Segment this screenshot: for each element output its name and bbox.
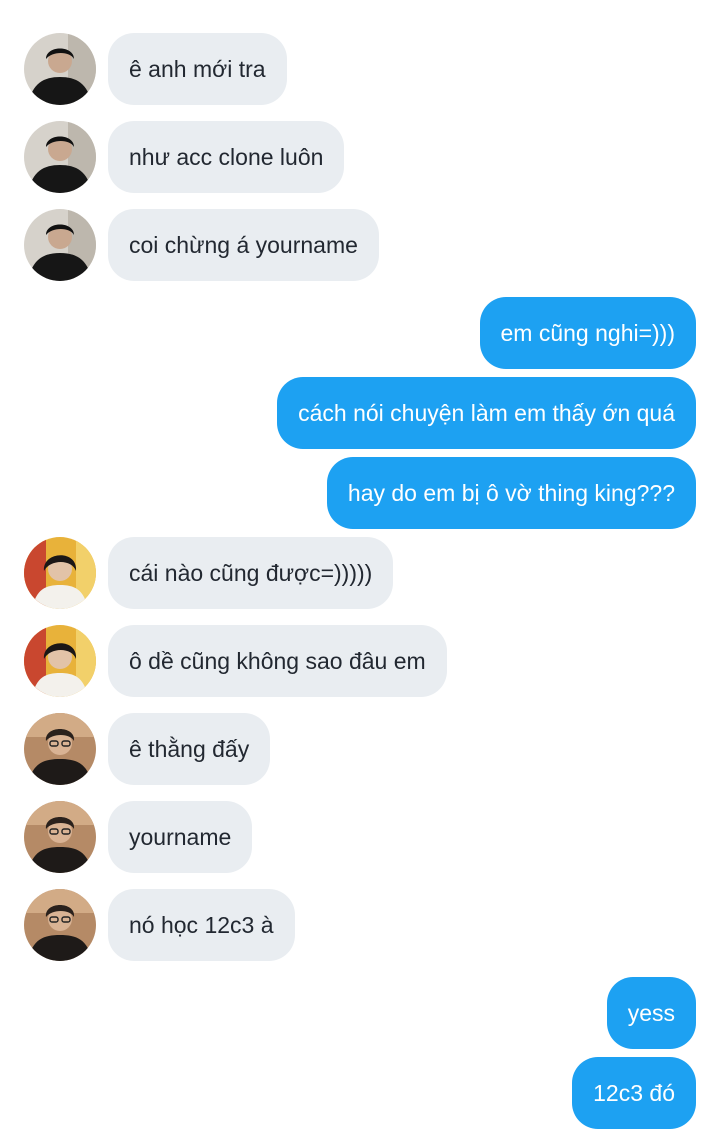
chat-thread[interactable]: ê anh mới tra như acc clone luôn coi chừ… — [0, 0, 720, 1147]
avatar[interactable] — [24, 537, 96, 609]
message-bubble[interactable]: nó học 12c3 à — [108, 889, 295, 961]
message-incoming: ê anh mới tra — [0, 33, 720, 105]
avatar[interactable] — [24, 713, 96, 785]
message-incoming: cái nào cũng được=))))) — [0, 537, 720, 609]
avatar[interactable] — [24, 33, 96, 105]
message-outgoing: em cũng nghi=))) — [0, 297, 720, 369]
message-outgoing: 12c3 đó — [0, 1057, 720, 1129]
avatar[interactable] — [24, 121, 96, 193]
message-outgoing: cách nói chuyện làm em thấy ớn quá — [0, 377, 720, 449]
message-outgoing: hay do em bị ô vờ thing king??? — [0, 457, 720, 529]
avatar[interactable] — [24, 801, 96, 873]
message-bubble[interactable]: yess — [606, 977, 696, 1049]
avatar[interactable] — [24, 625, 96, 697]
message-incoming: yourname — [0, 801, 720, 873]
message-incoming: ô dề cũng không sao đâu em — [0, 625, 720, 697]
avatar[interactable] — [24, 889, 96, 961]
message-bubble[interactable]: cách nói chuyện làm em thấy ớn quá — [277, 377, 696, 449]
message-bubble[interactable]: như acc clone luôn — [108, 121, 345, 193]
message-bubble[interactable]: hay do em bị ô vờ thing king??? — [326, 457, 696, 529]
message-incoming: như acc clone luôn — [0, 121, 720, 193]
message-bubble[interactable]: em cũng nghi=))) — [479, 297, 696, 369]
message-incoming: ê thằng đấy — [0, 713, 720, 785]
message-incoming: nó học 12c3 à — [0, 889, 720, 961]
message-outgoing: yess — [0, 977, 720, 1049]
message-bubble[interactable]: 12c3 đó — [572, 1057, 696, 1129]
avatar[interactable] — [24, 209, 96, 281]
message-bubble[interactable]: coi chừng á yourname — [108, 209, 379, 281]
message-incoming: coi chừng á yourname — [0, 209, 720, 281]
message-bubble[interactable]: yourname — [108, 801, 253, 873]
message-bubble[interactable]: ô dề cũng không sao đâu em — [108, 625, 447, 697]
message-bubble[interactable]: ê thằng đấy — [108, 713, 271, 785]
message-bubble[interactable]: ê anh mới tra — [108, 33, 287, 105]
message-bubble[interactable]: cái nào cũng được=))))) — [108, 537, 394, 609]
